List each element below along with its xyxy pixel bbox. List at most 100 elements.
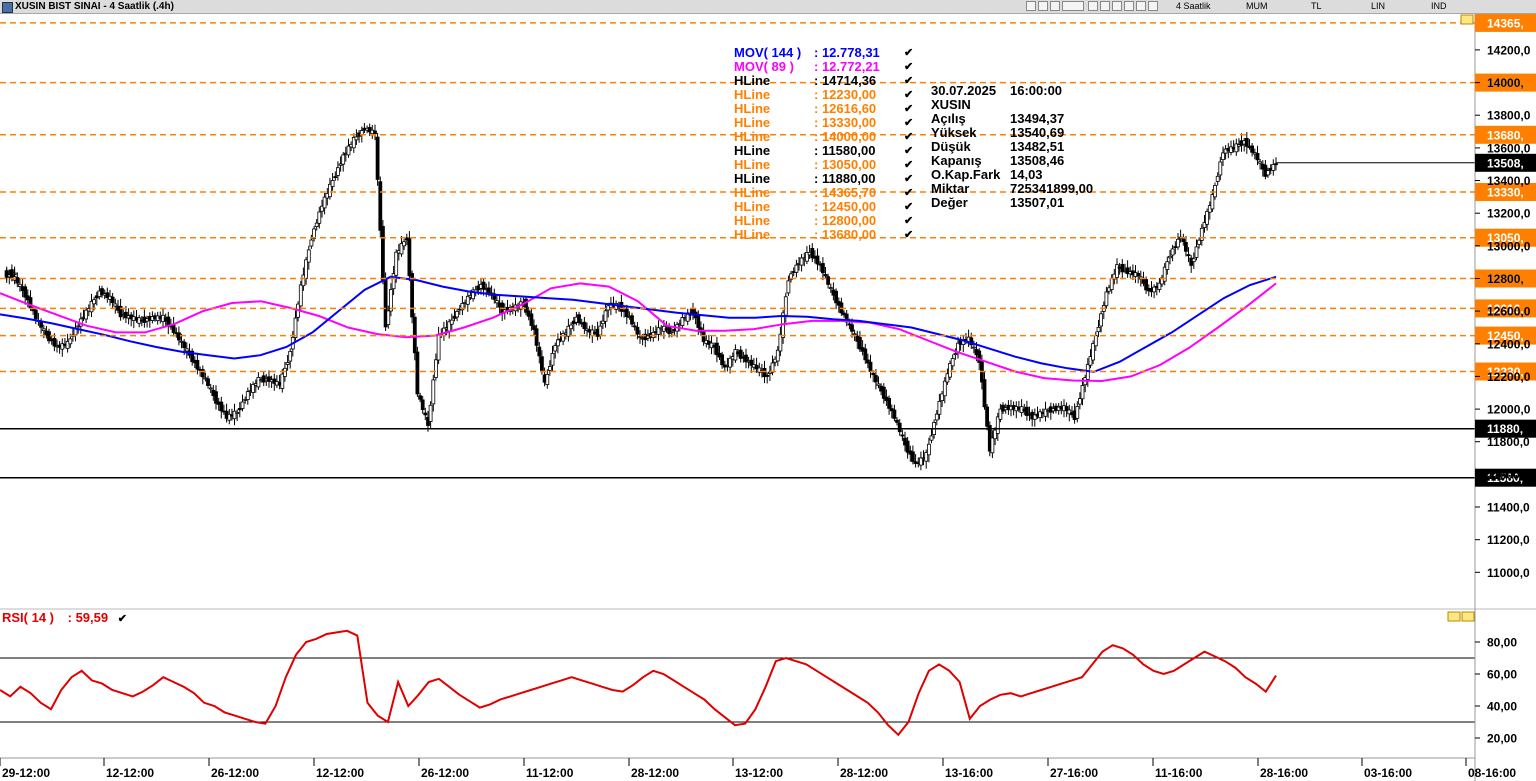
tool-icon[interactable]	[1136, 1, 1146, 11]
tool-icon[interactable]	[1026, 1, 1036, 11]
check-icon[interactable]: ✔	[904, 74, 913, 88]
candle-body	[304, 259, 309, 279]
candle-body	[1170, 248, 1175, 256]
data-box-key: O.Kap.Fark	[931, 167, 1001, 182]
price-tick-label: 14000,	[1487, 76, 1524, 90]
tool-icon[interactable]	[1088, 1, 1098, 11]
check-icon[interactable]: ✔	[118, 613, 127, 625]
candle-body	[598, 325, 603, 336]
currency-button[interactable]: TL	[1311, 1, 1322, 12]
data-box-value: 13507,01	[1010, 195, 1065, 210]
check-icon[interactable]: ✔	[904, 214, 913, 228]
candle-body	[635, 326, 640, 335]
check-icon[interactable]: ✔	[904, 46, 913, 60]
data-box-key: Kapanış	[931, 153, 982, 168]
data-box-key: Miktar	[931, 181, 970, 196]
candle-body	[182, 341, 187, 348]
panel-button-icon[interactable]	[1460, 14, 1474, 25]
panel-button-icon[interactable]	[1447, 611, 1461, 622]
check-icon[interactable]: ✔	[904, 144, 913, 158]
tool-icon[interactable]	[1050, 1, 1060, 11]
tool-icon[interactable]	[1112, 1, 1122, 11]
candle-body	[900, 434, 905, 437]
candle-body	[423, 412, 428, 416]
candle-body	[110, 296, 115, 304]
rsi-panel[interactable]	[0, 629, 1475, 737]
check-icon[interactable]: ✔	[904, 116, 913, 130]
candle-body	[256, 376, 261, 388]
candle-body	[1104, 291, 1109, 307]
hline-tag-label: 13680,	[1487, 128, 1524, 142]
candle-body	[418, 395, 423, 400]
candle-body	[603, 310, 608, 322]
legend-value: : 11580,00	[814, 143, 876, 158]
candle-body	[895, 419, 899, 423]
candle-body	[529, 313, 534, 326]
candle-body	[537, 346, 542, 357]
candle-body	[850, 324, 854, 332]
candle-body	[206, 378, 210, 387]
candle-body	[245, 391, 250, 401]
tool-icon[interactable]	[1038, 1, 1048, 11]
candle-body	[208, 387, 213, 390]
candle-body	[897, 422, 902, 433]
scale-button[interactable]: LIN	[1371, 1, 1385, 12]
panel-button-icon[interactable]	[1461, 611, 1475, 622]
candle-body	[1115, 264, 1119, 278]
period-button[interactable]: 4 Saatlik	[1176, 1, 1211, 12]
candle-body	[696, 315, 701, 328]
candle-body	[293, 317, 298, 339]
data-box-key: Yüksek	[931, 125, 977, 140]
legend-name: HLine	[734, 129, 771, 144]
tool-icon[interactable]	[1148, 1, 1158, 11]
candle-body	[826, 276, 830, 285]
candle-body	[428, 404, 433, 422]
candle-body	[68, 338, 73, 345]
candle-body	[874, 375, 878, 383]
check-icon[interactable]: ✔	[904, 186, 913, 200]
data-box-time: 16:00:00	[1010, 83, 1063, 98]
indicator-button[interactable]: IND	[1431, 1, 1447, 12]
price-tick-label: 11800,0	[1487, 435, 1530, 449]
time-tick-label: 12-12:00	[316, 766, 364, 780]
candle-body	[171, 324, 176, 333]
data-box-key: Düşük	[931, 139, 971, 154]
time-tick-label: 13-12:00	[735, 766, 783, 780]
legend-name: HLine	[734, 185, 771, 200]
candle-body	[548, 366, 552, 371]
legend-value: : 14000,00	[814, 129, 877, 144]
tool-icon[interactable]	[1100, 1, 1110, 11]
time-tick-label: 26-12:00	[421, 766, 469, 780]
price-tick-label: 13200,0	[1487, 207, 1531, 221]
candle-body	[184, 348, 189, 352]
chart-type-button[interactable]: MUM	[1246, 1, 1268, 12]
candle-body	[1274, 163, 1278, 166]
candle-body	[911, 451, 915, 462]
legend-value: : 12.778,31	[814, 45, 880, 60]
candle-body	[1176, 238, 1180, 248]
price-tick-label: 12200,0	[1487, 370, 1531, 384]
candle-body	[632, 325, 637, 328]
candle-body	[1215, 175, 1220, 182]
legend-name: HLine	[734, 101, 771, 116]
check-icon[interactable]: ✔	[904, 88, 913, 102]
legend-value: : 11880,00	[814, 171, 876, 186]
tool-icon[interactable]	[1062, 1, 1084, 11]
legend-value: : 13680,00	[814, 227, 877, 242]
candle-body	[288, 350, 293, 362]
candle-body	[972, 346, 976, 349]
check-icon[interactable]: ✔	[904, 102, 913, 116]
candle-body	[1244, 137, 1249, 147]
check-icon[interactable]: ✔	[904, 172, 913, 186]
data-box-value: 13540,69	[1010, 125, 1065, 140]
check-icon[interactable]: ✔	[904, 200, 913, 214]
candle-body	[420, 399, 425, 410]
candle-body	[982, 379, 987, 408]
price-tick-label: 12800,	[1487, 272, 1524, 286]
check-icon[interactable]: ✔	[904, 228, 913, 242]
check-icon[interactable]: ✔	[904, 60, 913, 74]
check-icon[interactable]: ✔	[904, 130, 913, 144]
candle-body	[195, 359, 200, 370]
check-icon[interactable]: ✔	[904, 158, 913, 172]
tool-icon[interactable]	[1124, 1, 1134, 11]
